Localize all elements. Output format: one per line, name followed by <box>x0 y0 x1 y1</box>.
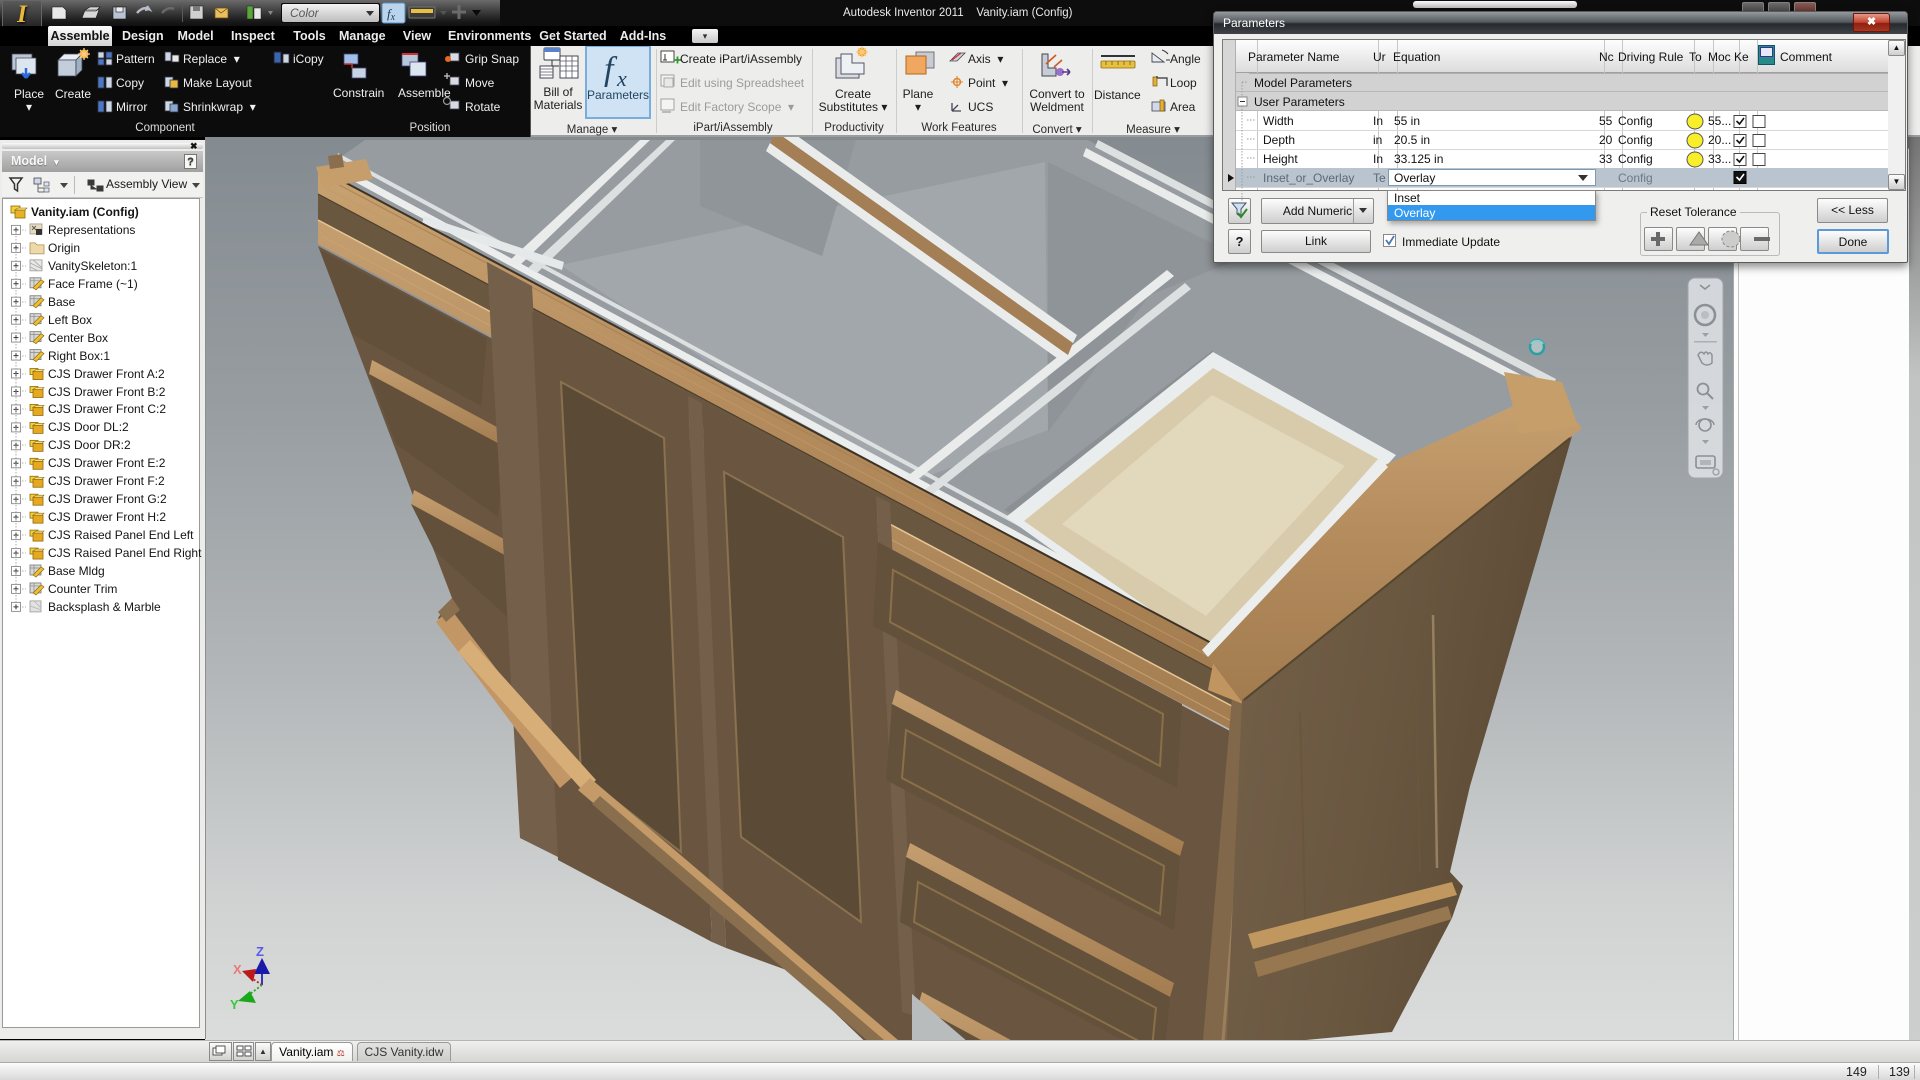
svg-text:X: X <box>233 962 242 977</box>
svg-text:Z: Z <box>256 944 264 959</box>
svg-text:Color: Color <box>290 6 320 20</box>
svg-text:Y: Y <box>230 997 239 1012</box>
